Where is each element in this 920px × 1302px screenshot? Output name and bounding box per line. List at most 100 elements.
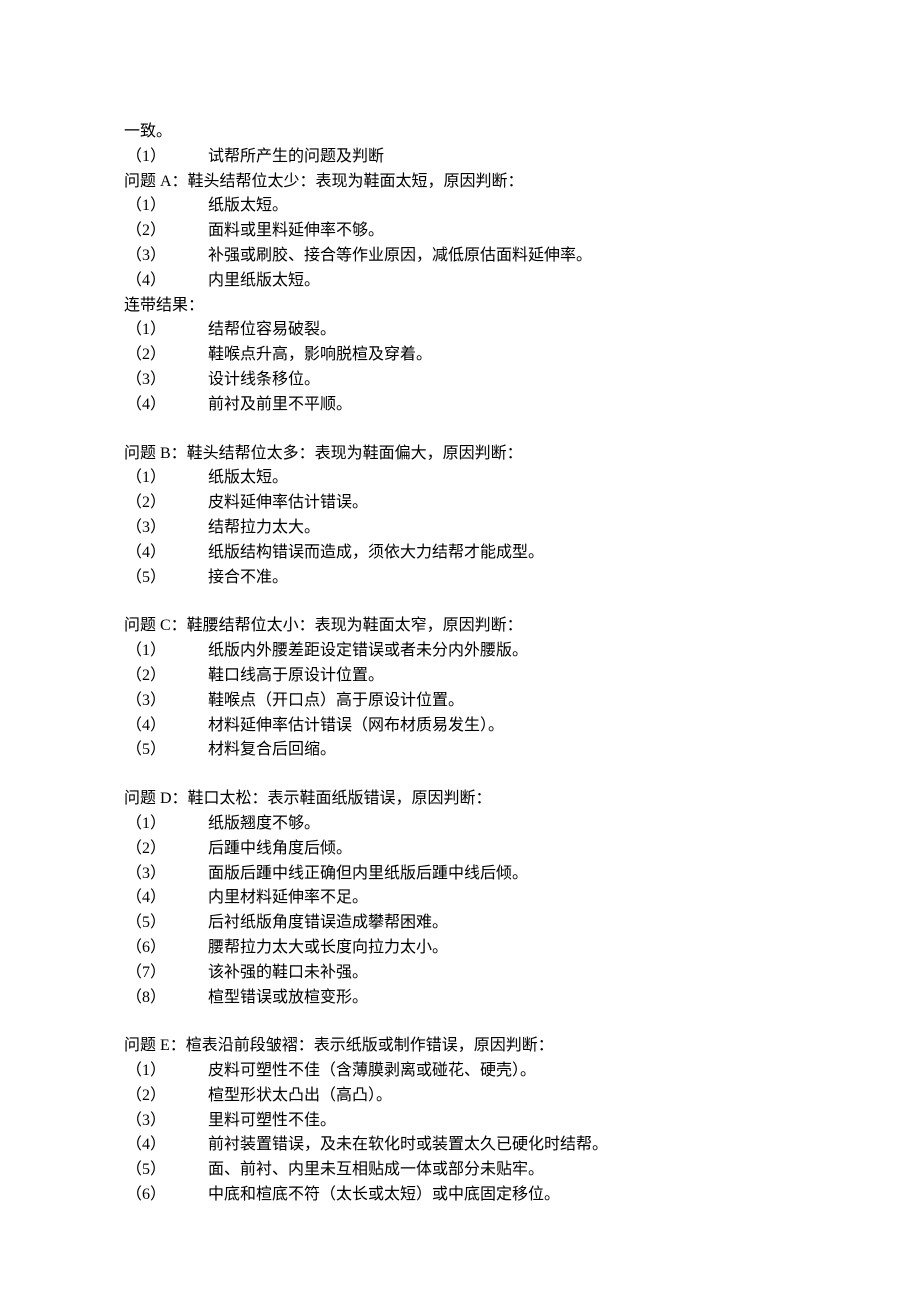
text: 鞋口线高于原设计位置。 [172, 664, 798, 689]
text: 内里纸版太短。 [172, 269, 798, 294]
num: （2） [124, 219, 172, 244]
qb-item-5: （5） 接合不准。 [124, 566, 798, 591]
text: 材料复合后回缩。 [172, 738, 798, 763]
num: （4） [124, 886, 172, 911]
num: （3） [124, 1109, 172, 1134]
qc-item-3: （3） 鞋喉点（开口点）高于原设计位置。 [124, 689, 798, 714]
text: 补强或刷胶、接合等作业原因，减低原估面料延伸率。 [172, 244, 798, 269]
num: （1） [124, 1059, 172, 1084]
text: 腰帮拉力太大或长度向拉力太小。 [172, 936, 798, 961]
qb-heading: 问题 B：鞋头结帮位太多：表现为鞋面偏大，原因判断： [124, 442, 798, 467]
qa-heading: 问题 A：鞋头结帮位太少：表现为鞋面太短，原因判断： [124, 170, 798, 195]
pre-question-text: 试帮所产生的问题及判断 [172, 145, 798, 170]
num: （4） [124, 393, 172, 418]
num: （1） [124, 639, 172, 664]
text: 前衬及前里不平顺。 [172, 393, 798, 418]
num: （3） [124, 516, 172, 541]
num: （3） [124, 368, 172, 393]
text: 后踵中线角度后倾。 [172, 837, 798, 862]
qa-result-label: 连带结果： [124, 294, 798, 319]
text: 结帮拉力太大。 [172, 516, 798, 541]
qd-item-2: （2） 后踵中线角度后倾。 [124, 837, 798, 862]
num: （4） [124, 269, 172, 294]
num: （5） [124, 1158, 172, 1183]
num: （4） [124, 714, 172, 739]
text: 面、前衬、内里未互相贴成一体或部分未贴牢。 [172, 1158, 798, 1183]
qb-item-2: （2） 皮料延伸率估计错误。 [124, 491, 798, 516]
num: （5） [124, 911, 172, 936]
qe-item-1: （1） 皮料可塑性不佳（含薄膜剥离或碰花、硬壳）。 [124, 1059, 798, 1084]
qe-item-6: （6） 中底和楦底不符（太长或太短）或中底固定移位。 [124, 1183, 798, 1208]
num: （8） [124, 986, 172, 1011]
qa-result-2: （2） 鞋喉点升高，影响脱楦及穿着。 [124, 343, 798, 368]
text: 纸版太短。 [172, 466, 798, 491]
qc-heading: 问题 C：鞋腰结帮位太小：表现为鞋面太窄，原因判断： [124, 614, 798, 639]
qa-reason-3: （3） 补强或刷胶、接合等作业原因，减低原估面料延伸率。 [124, 244, 798, 269]
num: （3） [124, 244, 172, 269]
qb-item-4: （4） 纸版结构错误而造成，须依大力结帮才能成型。 [124, 541, 798, 566]
num: （7） [124, 961, 172, 986]
qc-item-1: （1） 纸版内外腰差距设定错误或者未分内外腰版。 [124, 639, 798, 664]
qe-item-4: （4） 前衬装置错误，及未在软化时或装置太久已硬化时结帮。 [124, 1133, 798, 1158]
num: （1） [124, 812, 172, 837]
qa-reason-2: （2） 面料或里料延伸率不够。 [124, 219, 798, 244]
text: 中底和楦底不符（太长或太短）或中底固定移位。 [172, 1183, 798, 1208]
pre-question-line: （1） 试帮所产生的问题及判断 [124, 145, 798, 170]
text: 设计线条移位。 [172, 368, 798, 393]
intro-text: 一致。 [124, 120, 798, 145]
text: 皮料可塑性不佳（含薄膜剥离或碰花、硬壳）。 [172, 1059, 798, 1084]
qc-item-4: （4） 材料延伸率估计错误（网布材质易发生）。 [124, 714, 798, 739]
qa-result-3: （3） 设计线条移位。 [124, 368, 798, 393]
num: （3） [124, 862, 172, 887]
qa-reason-4: （4） 内里纸版太短。 [124, 269, 798, 294]
qd-item-7: （7） 该补强的鞋口未补强。 [124, 961, 798, 986]
text: 纸版太短。 [172, 194, 798, 219]
pre-question-num: （1） [124, 145, 172, 170]
qd-item-5: （5） 后衬纸版角度错误造成攀帮困难。 [124, 911, 798, 936]
qa-reason-1: （1） 纸版太短。 [124, 194, 798, 219]
qb-item-1: （1） 纸版太短。 [124, 466, 798, 491]
qe-item-5: （5） 面、前衬、内里未互相贴成一体或部分未贴牢。 [124, 1158, 798, 1183]
num: （2） [124, 491, 172, 516]
qe-heading: 问题 E：楦表沿前段皱褶：表示纸版或制作错误，原因判断： [124, 1034, 798, 1059]
text: 面料或里料延伸率不够。 [172, 219, 798, 244]
text: 纸版内外腰差距设定错误或者未分内外腰版。 [172, 639, 798, 664]
qd-heading: 问题 D：鞋口太松：表示鞋面纸版错误，原因判断： [124, 787, 798, 812]
text: 内里材料延伸率不足。 [172, 886, 798, 911]
num: （5） [124, 738, 172, 763]
text: 材料延伸率估计错误（网布材质易发生）。 [172, 714, 798, 739]
text: 楦型错误或放楦变形。 [172, 986, 798, 1011]
num: （6） [124, 936, 172, 961]
num: （2） [124, 837, 172, 862]
num: （1） [124, 466, 172, 491]
num: （4） [124, 1133, 172, 1158]
num: （2） [124, 1084, 172, 1109]
text: 里料可塑性不佳。 [172, 1109, 798, 1134]
text: 后衬纸版角度错误造成攀帮困难。 [172, 911, 798, 936]
qd-item-8: （8） 楦型错误或放楦变形。 [124, 986, 798, 1011]
qd-item-4: （4） 内里材料延伸率不足。 [124, 886, 798, 911]
text: 面版后踵中线正确但内里纸版后踵中线后倾。 [172, 862, 798, 887]
qa-result-4: （4） 前衬及前里不平顺。 [124, 393, 798, 418]
num: （5） [124, 566, 172, 591]
text: 纸版翘度不够。 [172, 812, 798, 837]
text: 前衬装置错误，及未在软化时或装置太久已硬化时结帮。 [172, 1133, 798, 1158]
num: （1） [124, 194, 172, 219]
qa-result-1: （1） 结帮位容易破裂。 [124, 318, 798, 343]
text: 鞋喉点升高，影响脱楦及穿着。 [172, 343, 798, 368]
qd-item-6: （6） 腰帮拉力太大或长度向拉力太小。 [124, 936, 798, 961]
text: 结帮位容易破裂。 [172, 318, 798, 343]
qe-item-2: （2） 楦型形状太凸出（高凸）。 [124, 1084, 798, 1109]
num: （4） [124, 541, 172, 566]
qb-item-3: （3） 结帮拉力太大。 [124, 516, 798, 541]
qc-item-5: （5） 材料复合后回缩。 [124, 738, 798, 763]
num: （6） [124, 1183, 172, 1208]
text: 纸版结构错误而造成，须依大力结帮才能成型。 [172, 541, 798, 566]
text: 该补强的鞋口未补强。 [172, 961, 798, 986]
qd-item-1: （1） 纸版翘度不够。 [124, 812, 798, 837]
num: （2） [124, 343, 172, 368]
text: 皮料延伸率估计错误。 [172, 491, 798, 516]
num: （1） [124, 318, 172, 343]
text: 接合不准。 [172, 566, 798, 591]
qc-item-2: （2） 鞋口线高于原设计位置。 [124, 664, 798, 689]
